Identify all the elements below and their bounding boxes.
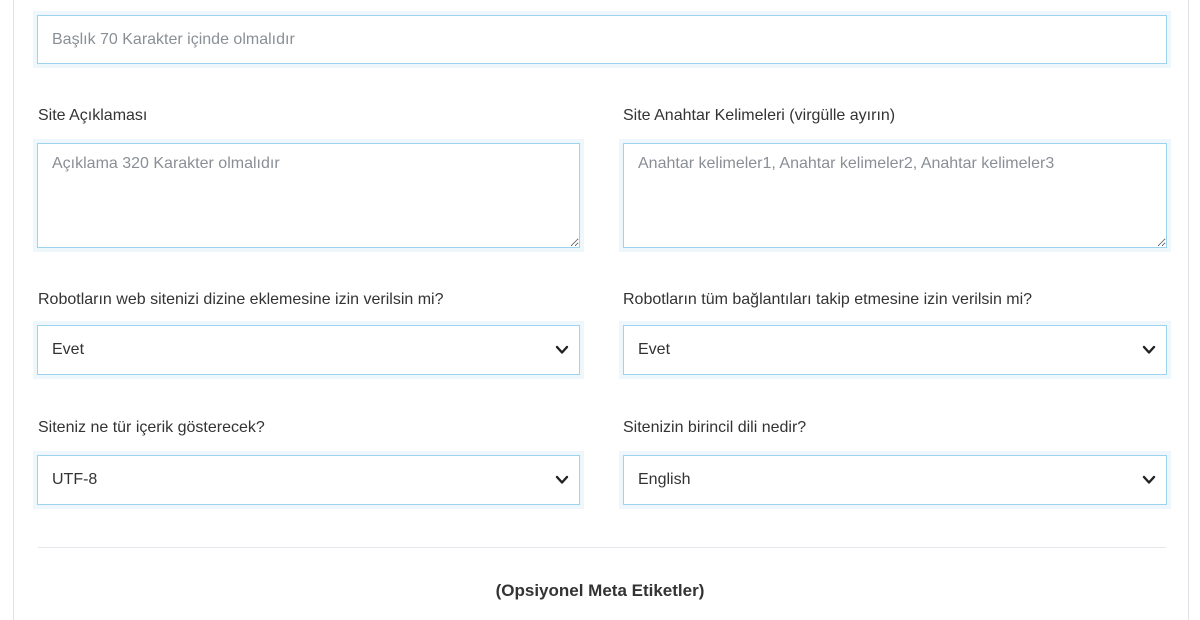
content-type-label: Siteniz ne tür içerik gösterecek? [38,419,265,436]
content-type-select[interactable]: UTF-8 [37,455,580,505]
description-wrapper [33,139,584,252]
chevron-down-icon [555,345,569,354]
content-type-wrapper: UTF-8 [33,451,584,509]
primary-language-wrapper: English [619,451,1171,509]
robots-index-label: Robotların web sitenizi dizine eklemesin… [38,291,444,308]
chevron-down-icon [555,475,569,484]
optional-meta-heading: (Opsiyonel Meta Etiketler) [495,581,705,600]
robots-follow-wrapper: Evet [619,321,1171,379]
robots-follow-select[interactable]: Evet [623,325,1167,375]
description-textarea[interactable] [37,143,580,248]
primary-language-value: English [638,471,691,488]
description-label: Site Açıklaması [38,107,148,124]
chevron-down-icon [1142,345,1156,354]
title-input-wrapper [33,11,1171,68]
keywords-wrapper [619,139,1171,252]
keywords-label: Site Anahtar Kelimeleri (virgülle ayırın… [623,107,896,124]
robots-follow-label: Robotların tüm bağlantıları takip etmesi… [623,291,1033,308]
content-type-value: UTF-8 [52,471,98,488]
form-panel [13,0,1189,620]
robots-index-select[interactable]: Evet [37,325,580,375]
primary-language-select[interactable]: English [623,455,1167,505]
chevron-down-icon [1142,475,1156,484]
keywords-textarea[interactable] [623,143,1167,248]
robots-index-value: Evet [52,341,85,358]
primary-language-label: Sitenizin birincil dili nedir? [623,419,807,436]
robots-follow-value: Evet [638,341,671,358]
section-divider [38,547,1166,548]
robots-index-wrapper: Evet [33,321,584,379]
title-input[interactable] [37,15,1167,64]
